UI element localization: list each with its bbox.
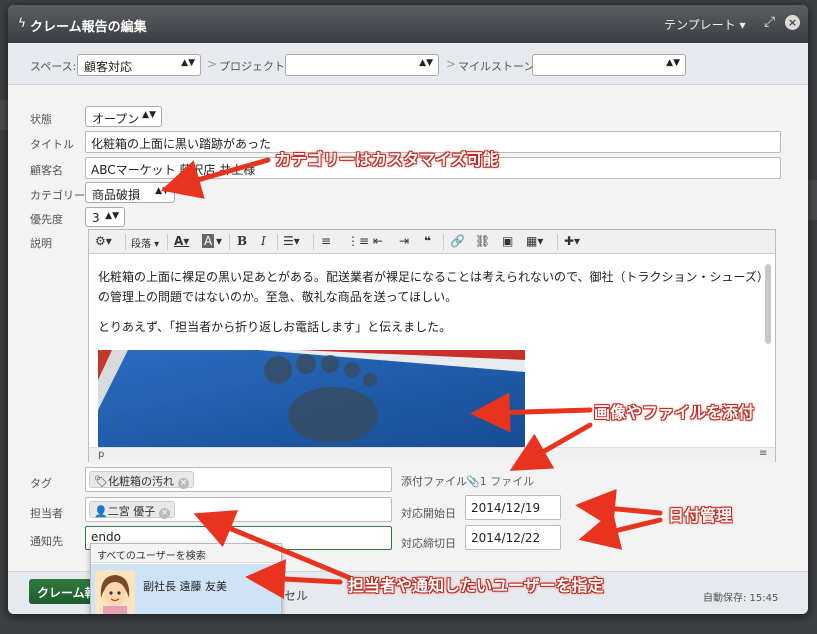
bolt-icon: ϟ [18, 16, 26, 30]
due-date-input[interactable]: 2014/12/22 [465, 525, 561, 550]
editor-toolbar: ⚙▾ 段落 ▾ A▾ A ▾ B I ☰▾ ≡ ⋮≡ ⇤ ⇥ ❝ 🔗 ⛓ ▣ ▦… [89, 230, 775, 254]
dialog-title: クレーム報告の編集 [30, 20, 147, 35]
toolbar-divider [313, 234, 314, 250]
toolbar-divider [229, 234, 230, 250]
updown-icon: ▲▼ [155, 186, 169, 196]
notify-label: 通知先 [30, 535, 63, 548]
updown-icon: ▲▼ [666, 58, 680, 68]
user-icon: 👤 [94, 505, 108, 518]
paragraph-format-menu[interactable]: 段落 ▾ [131, 235, 159, 250]
tag-chip: 🏷化粧箱の汚れ × [89, 471, 194, 489]
element-path: p [98, 449, 105, 460]
link-icon[interactable]: 🔗 [450, 234, 465, 248]
user-callout: 担当者や通知したいユーザーを指定 [348, 576, 604, 595]
updown-icon: ▲▼ [142, 110, 156, 120]
tag-input[interactable]: 🏷化粧箱の汚れ × [85, 467, 392, 492]
template-menu[interactable]: テンプレート ▾ [664, 16, 746, 33]
start-date-input[interactable]: 2014/12/19 [465, 495, 561, 520]
bold-icon[interactable]: B [237, 234, 247, 248]
caret-down-icon: ▾ [739, 18, 746, 32]
resize-grip-icon[interactable]: ≡ [759, 448, 767, 459]
updown-icon: ▲▼ [181, 58, 195, 68]
tag-label: タグ [30, 477, 52, 490]
space-select[interactable]: 顧客対応 ▲▼ [77, 54, 201, 76]
separator-chevron: > [446, 57, 457, 71]
project-label: プロジェクト [219, 60, 285, 73]
table-icon[interactable]: ▦▾ [526, 234, 543, 248]
indent-icon[interactable]: ⇥ [399, 234, 409, 248]
dialog-titlebar: ϟ クレーム報告の編集 テンプレート ▾ ⤢ × [8, 5, 808, 43]
updown-icon: ▲▼ [419, 58, 433, 68]
editor-statusbar: p ≡ [89, 447, 775, 462]
backdrop-fragment [0, 100, 8, 130]
tag-icon: 🏷 [94, 475, 108, 488]
separator-chevron: > [207, 57, 218, 71]
assignee-input[interactable]: 👤二宮 優子 × [85, 497, 392, 522]
highlight-icon[interactable]: A [202, 234, 215, 248]
title-label: タイトル [30, 138, 74, 151]
space-label: スペース: [30, 60, 77, 73]
description-line: とりあえず、「担当者から折り返しお電話します」と伝えました。 [98, 320, 452, 334]
avatar [95, 570, 135, 614]
cancel-link[interactable]: セル [284, 587, 308, 604]
assignee-label: 担当者 [30, 507, 63, 520]
user-suggestion-dropdown: すべてのユーザーを検索 副社長 遠藤 友美 [90, 543, 282, 614]
autosave-status: 自動保存: 15:45 [703, 593, 779, 604]
milestone-select[interactable]: ▲▼ [532, 54, 686, 76]
align-icon[interactable]: ☰▾ [283, 234, 300, 248]
numbered-list-icon[interactable]: ⋮≡ [347, 234, 369, 248]
status-select[interactable]: オープン ▲▼ [85, 106, 162, 127]
italic-icon[interactable]: I [261, 234, 266, 248]
toolbar-divider [125, 234, 126, 250]
search-all-users-option[interactable]: すべてのユーザーを検索 [91, 544, 281, 563]
category-select[interactable]: 商品破損 ▲▼ [85, 182, 175, 203]
category-label: カテゴリー [30, 189, 85, 202]
highlight-caret-icon[interactable]: ▾ [216, 234, 222, 248]
updown-icon: ▲▼ [105, 211, 119, 221]
bullet-list-icon[interactable]: ≡ [321, 234, 331, 248]
toolbar-divider [167, 234, 168, 250]
start-date-label: 対応開始日 [401, 507, 456, 520]
description-editor: ⚙▾ 段落 ▾ A▾ A ▾ B I ☰▾ ≡ ⋮≡ ⇤ ⇥ ❝ 🔗 ⛓ ▣ ▦… [88, 229, 776, 462]
backdrop-fragment [808, 180, 817, 220]
description-label: 説明 [30, 237, 52, 250]
close-icon[interactable]: × [785, 15, 800, 30]
date-callout: 日付管理 [668, 506, 733, 525]
description-line: の管理上の問題ではないのか。至急、敬礼な商品を送ってほしい。 [98, 290, 458, 304]
unlink-icon[interactable]: ⛓ [475, 234, 490, 248]
project-select[interactable]: ▲▼ [285, 54, 439, 76]
user-option-row[interactable]: 副社長 遠藤 友美 [91, 564, 281, 614]
quote-icon[interactable]: ❝ [424, 234, 431, 248]
image-icon[interactable]: ▣ [502, 234, 513, 248]
due-date-label: 対応締切日 [401, 537, 456, 550]
description-line: 化粧箱の上面に裸足の黒い足あとがある。配送業者が裸足になることは考えられないので… [98, 270, 769, 284]
plugin-icon[interactable]: ✚▾ [564, 234, 580, 248]
remove-assignee-icon[interactable]: × [159, 508, 171, 519]
attach-callout: 画像やファイルを添付 [594, 403, 755, 422]
paperclip-icon: 📎 [466, 475, 480, 488]
outdent-icon[interactable]: ⇤ [373, 234, 383, 248]
priority-select[interactable]: 3 ▲▼ [85, 207, 125, 227]
attachment-label: 添付ファイル [401, 475, 467, 488]
toolbar-divider [443, 234, 444, 250]
status-label: 状態 [30, 113, 52, 126]
space-project-bar: スペース: 顧客対応 ▲▼ > プロジェクト ▲▼ > マイルストーン ▲▼ [8, 43, 808, 85]
remove-tag-icon[interactable]: × [177, 478, 189, 489]
toolbar-divider [557, 234, 558, 250]
attachment-link[interactable]: 📎1 ファイル [466, 473, 534, 489]
toolbar-divider [277, 234, 278, 250]
editor-scrollbar[interactable] [765, 264, 771, 344]
gear-icon[interactable]: ⚙▾ [95, 234, 112, 248]
font-color-icon[interactable]: A▾ [174, 234, 189, 248]
priority-label: 優先度 [30, 213, 63, 226]
customer-label: 顧客名 [30, 164, 63, 177]
milestone-label: マイルストーン [458, 60, 535, 73]
category-callout: カテゴリーはカスタマイズ可能 [275, 150, 499, 169]
expand-icon[interactable]: ⤢ [764, 14, 775, 30]
assignee-chip: 👤二宮 優子 × [89, 501, 176, 519]
footprint-photo-graphic [98, 350, 525, 447]
avatar-graphic [95, 570, 135, 614]
attached-footprint-photo [98, 350, 525, 447]
user-option-name: 副社長 遠藤 友美 [143, 580, 227, 593]
